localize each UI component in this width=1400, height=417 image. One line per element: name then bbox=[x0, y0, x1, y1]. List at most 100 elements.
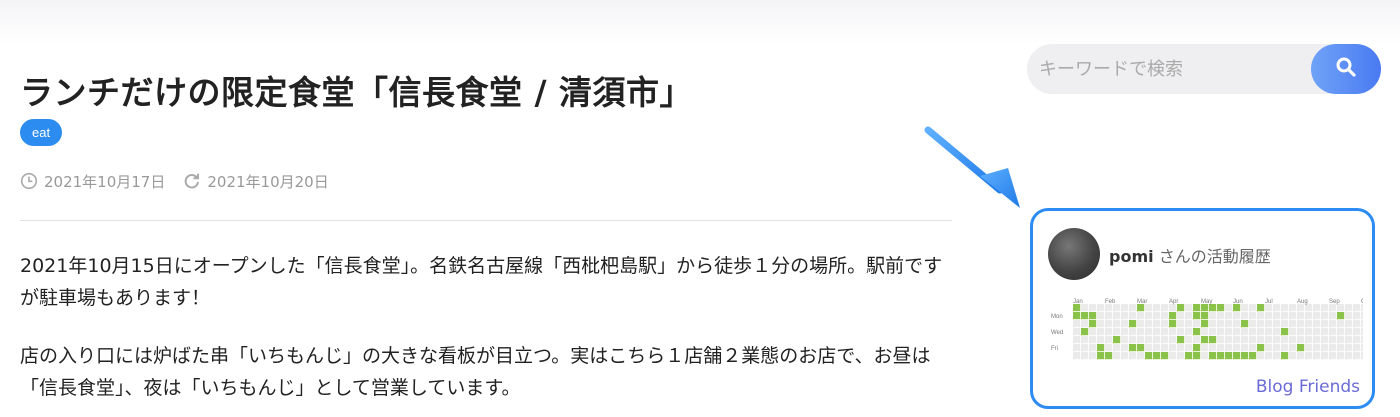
heatmap-cell bbox=[1097, 344, 1105, 352]
heatmap-cell bbox=[1249, 336, 1257, 344]
heatmap-cell bbox=[1177, 320, 1185, 328]
heatmap-cell bbox=[1353, 328, 1361, 336]
heatmap-cell bbox=[1217, 336, 1225, 344]
heatmap-cell bbox=[1129, 344, 1137, 352]
heatmap-cell bbox=[1145, 328, 1153, 336]
heatmap-cell bbox=[1145, 312, 1153, 320]
heatmap-cell bbox=[1193, 320, 1201, 328]
username[interactable]: pomi bbox=[1109, 247, 1154, 266]
heatmap-cell bbox=[1345, 352, 1353, 360]
heatmap-cell bbox=[1225, 352, 1233, 360]
heatmap-cell bbox=[1313, 328, 1321, 336]
heatmap-cell bbox=[1321, 312, 1329, 320]
heatmap-cell bbox=[1329, 328, 1337, 336]
heatmap-cell bbox=[1169, 320, 1177, 328]
heatmap-month-label: Mar bbox=[1137, 299, 1147, 305]
heatmap-cell bbox=[1345, 320, 1353, 328]
heatmap-cell bbox=[1249, 352, 1257, 360]
heatmap-cell bbox=[1225, 328, 1233, 336]
heatmap-month-label: Oct bbox=[1361, 299, 1363, 305]
heatmap-cell bbox=[1201, 344, 1209, 352]
heatmap-cell bbox=[1113, 328, 1121, 336]
heatmap-cell bbox=[1281, 344, 1289, 352]
heatmap-cell bbox=[1361, 304, 1363, 312]
heatmap-cell bbox=[1113, 352, 1121, 360]
heatmap-cell bbox=[1217, 312, 1225, 320]
heatmap-cell bbox=[1233, 352, 1241, 360]
heatmap-cell bbox=[1273, 344, 1281, 352]
blog-friends-link[interactable]: Blog Friends bbox=[1256, 377, 1360, 397]
heatmap-cell bbox=[1225, 304, 1233, 312]
heatmap-cell bbox=[1193, 304, 1201, 312]
heatmap-cell bbox=[1241, 336, 1249, 344]
heatmap-cell bbox=[1169, 304, 1177, 312]
heatmap-cell bbox=[1161, 312, 1169, 320]
heatmap-cell bbox=[1265, 304, 1273, 312]
heatmap-cell bbox=[1201, 328, 1209, 336]
search-box bbox=[1027, 44, 1352, 94]
heatmap-cell bbox=[1081, 328, 1089, 336]
article-title: ランチだけの限定食堂「信長食堂 / 清須市」 bbox=[20, 73, 694, 112]
heatmap-cell bbox=[1329, 312, 1337, 320]
heatmap-cell bbox=[1089, 312, 1097, 320]
heatmap-cell bbox=[1345, 328, 1353, 336]
heatmap-cell bbox=[1225, 312, 1233, 320]
heatmap-cell bbox=[1353, 336, 1361, 344]
heatmap-cell bbox=[1345, 344, 1353, 352]
heatmap-cell bbox=[1137, 320, 1145, 328]
heatmap-cell bbox=[1073, 344, 1081, 352]
heatmap-cell bbox=[1361, 328, 1363, 336]
heatmap-month-label: Jun bbox=[1233, 299, 1243, 305]
heatmap-cell bbox=[1089, 344, 1097, 352]
category-tag-eat[interactable]: eat bbox=[20, 119, 63, 146]
heatmap-cell bbox=[1361, 336, 1363, 344]
heatmap-cell bbox=[1217, 320, 1225, 328]
heatmap-cell bbox=[1129, 336, 1137, 344]
heatmap-cell bbox=[1153, 328, 1161, 336]
heatmap-cell bbox=[1273, 328, 1281, 336]
heatmap-cell bbox=[1209, 336, 1217, 344]
heatmap-cell bbox=[1121, 312, 1129, 320]
heatmap-cell bbox=[1137, 336, 1145, 344]
activity-suffix: さんの活動履歴 bbox=[1158, 247, 1271, 266]
heatmap-cell bbox=[1137, 304, 1145, 312]
heatmap-cell bbox=[1121, 336, 1129, 344]
heatmap-cell bbox=[1209, 304, 1217, 312]
heatmap-cell bbox=[1297, 336, 1305, 344]
avatar[interactable] bbox=[1048, 228, 1100, 280]
activity-widget: pomi さんの活動履歴 Jan Feb Mar Apr May Jun Jul Aug Sep… bbox=[1030, 208, 1375, 409]
top-bar bbox=[0, 0, 1400, 44]
heatmap-cell bbox=[1097, 328, 1105, 336]
heatmap-cell bbox=[1105, 344, 1113, 352]
heatmap-cell bbox=[1177, 352, 1185, 360]
heatmap-month-label: Apr bbox=[1169, 299, 1178, 305]
heatmap-cell bbox=[1073, 328, 1081, 336]
heatmap-cell bbox=[1097, 320, 1105, 328]
heatmap-month-label: Jul bbox=[1265, 299, 1273, 305]
heatmap-cell bbox=[1297, 352, 1305, 360]
heatmap-cell bbox=[1289, 328, 1297, 336]
heatmap-cell bbox=[1321, 328, 1329, 336]
heatmap-month-label: Feb bbox=[1105, 299, 1116, 305]
heatmap-cell bbox=[1265, 312, 1273, 320]
heatmap-cell bbox=[1225, 320, 1233, 328]
heatmap-cell bbox=[1249, 328, 1257, 336]
activity-title: pomi さんの活動履歴 bbox=[1109, 243, 1271, 267]
heatmap-cell bbox=[1249, 304, 1257, 312]
heatmap-cell bbox=[1321, 320, 1329, 328]
heatmap-cell bbox=[1273, 352, 1281, 360]
heatmap-cell bbox=[1217, 328, 1225, 336]
heatmap-cell bbox=[1153, 344, 1161, 352]
heatmap-cell bbox=[1081, 304, 1089, 312]
heatmap-cell bbox=[1241, 344, 1249, 352]
refresh-icon bbox=[183, 172, 201, 190]
heatmap-cell bbox=[1289, 304, 1297, 312]
heatmap-cell bbox=[1161, 352, 1169, 360]
heatmap-cell bbox=[1177, 344, 1185, 352]
heatmap-cell bbox=[1305, 336, 1313, 344]
heatmap-cell bbox=[1249, 320, 1257, 328]
heatmap-cell bbox=[1257, 328, 1265, 336]
heatmap-cell bbox=[1121, 328, 1129, 336]
search-input[interactable] bbox=[1039, 44, 1309, 94]
search-button[interactable] bbox=[1311, 44, 1381, 94]
